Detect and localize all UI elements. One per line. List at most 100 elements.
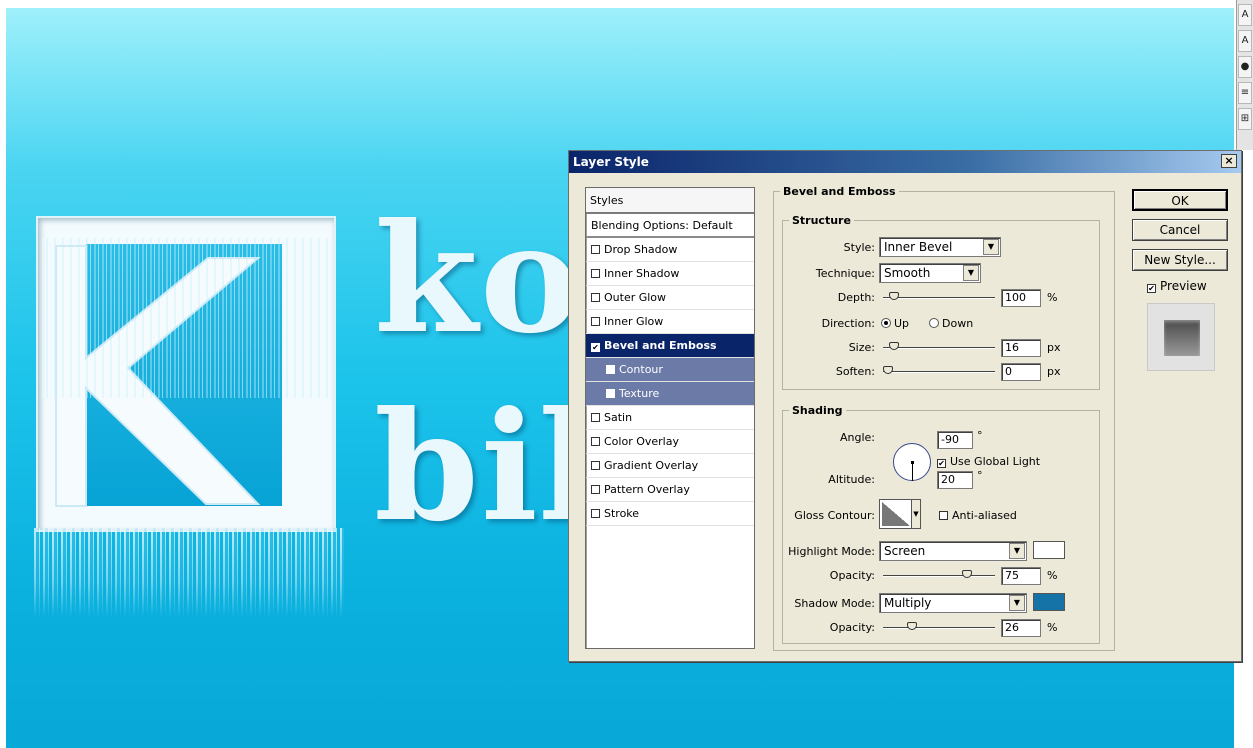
texture-checkbox[interactable] [606,389,615,398]
list-item-label: Blending Options: Default [591,219,733,232]
shadow-opacity-input[interactable]: 26 [1001,619,1041,637]
soften-slider[interactable] [883,366,995,374]
list-item-stroke[interactable]: Stroke [586,502,754,526]
outer-glow-checkbox[interactable] [591,293,600,302]
shadow-opacity-unit: % [1047,621,1058,634]
list-item-pattern-overlay[interactable]: Pattern Overlay [586,478,754,502]
gradient-overlay-checkbox[interactable] [591,461,600,470]
direction-down-label: Down [942,317,974,330]
palette-tool-button[interactable]: ● [1238,56,1252,78]
depth-input[interactable]: 100 [1001,289,1041,307]
direction-down-option[interactable]: Down [929,317,973,330]
altitude-label: Altitude: [828,473,875,486]
global-light-option[interactable]: ✔ Use Global Light [937,455,1040,468]
angle-label: Angle: [839,431,875,444]
bevel-emboss-checkbox[interactable]: ✔ [591,343,600,352]
slider-thumb[interactable] [962,570,972,578]
list-item-satin[interactable]: Satin [586,406,754,430]
chevron-down-icon: ▼ [963,265,979,281]
list-item-inner-shadow[interactable]: Inner Shadow [586,262,754,286]
angle-degree: ° [977,429,983,442]
list-item-label: Inner Shadow [604,267,680,280]
palette-tool-button[interactable]: ⊞ [1238,108,1252,130]
list-item-drop-shadow[interactable]: Drop Shadow [586,238,754,262]
styles-list-header[interactable]: Styles [586,188,754,214]
dialog-titlebar[interactable]: Layer Style × [569,151,1241,173]
highlight-opacity-input[interactable]: 75 [1001,567,1041,585]
preview-checkbox[interactable]: ✔ [1147,284,1156,293]
list-item-label: Texture [619,387,660,400]
list-item-bevel-emboss[interactable]: ✔ Bevel and Emboss [586,334,754,358]
drop-shadow-checkbox[interactable] [591,245,600,254]
size-slider[interactable] [883,342,995,350]
highlight-color-swatch[interactable] [1033,541,1065,559]
highlight-mode-select[interactable]: Screen ▼ [879,541,1027,561]
soften-unit: px [1047,365,1061,378]
new-style-button[interactable]: New Style... [1132,249,1228,271]
list-item-gradient-overlay[interactable]: Gradient Overlay [586,454,754,478]
bevel-style-select[interactable]: Inner Bevel ▼ [879,237,1001,257]
anti-aliased-checkbox[interactable] [939,511,948,520]
soften-input[interactable]: 0 [1001,363,1041,381]
preview-option[interactable]: ✔ Preview [1147,279,1207,293]
highlight-mode-value: Screen [884,544,926,558]
altitude-input[interactable]: 20 [937,471,973,489]
list-item-contour[interactable]: Contour [586,358,754,382]
direction-up-option[interactable]: Up [881,317,909,330]
palette-tool-button[interactable]: A [1238,4,1252,26]
list-item-blending-options[interactable]: Blending Options: Default [586,214,754,238]
style-preview-thumbnail [1147,303,1215,371]
angle-input[interactable]: -90 [937,431,973,449]
global-light-label: Use Global Light [950,455,1041,468]
color-overlay-checkbox[interactable] [591,437,600,446]
list-item-inner-glow[interactable]: Inner Glow [586,310,754,334]
angle-dial[interactable] [893,443,931,481]
inner-glow-checkbox[interactable] [591,317,600,326]
bevel-emboss-group: Bevel and Emboss Structure Style: Inner … [773,185,1115,651]
slider-thumb[interactable] [883,366,893,374]
inner-shadow-checkbox[interactable] [591,269,600,278]
slider-thumb[interactable] [907,622,918,630]
palette-tool-button[interactable]: ≡ [1238,82,1252,104]
size-input[interactable]: 16 [1001,339,1041,357]
chevron-down-icon: ▼ [1009,595,1025,611]
list-item-label: Bevel and Emboss [604,339,717,352]
anti-aliased-option[interactable]: Anti-aliased [939,509,1017,522]
direction-label: Direction: [821,317,875,330]
slider-thumb[interactable] [889,292,900,300]
satin-checkbox[interactable] [591,413,600,422]
shadow-mode-select[interactable]: Multiply ▼ [879,593,1027,613]
highlight-opacity-unit: % [1047,569,1058,582]
shadow-color-swatch[interactable] [1033,593,1065,611]
slider-thumb[interactable] [889,342,900,350]
cancel-button[interactable]: Cancel [1132,219,1228,241]
styles-list: Styles Blending Options: Default Drop Sh… [585,187,755,649]
list-item-texture[interactable]: Texture [586,382,754,406]
technique-select[interactable]: Smooth ▼ [879,263,981,283]
radio-up[interactable] [881,318,891,328]
shadow-opacity-slider[interactable] [883,622,995,630]
highlight-mode-label: Highlight Mode: [788,545,875,558]
contour-checkbox[interactable] [606,365,615,374]
chevron-down-icon: ▼ [983,239,999,255]
list-item-label: Gradient Overlay [604,459,699,472]
palette-tool-button[interactable]: A [1238,30,1252,52]
stroke-checkbox[interactable] [591,509,600,518]
global-light-checkbox[interactable]: ✔ [937,459,946,468]
structure-group: Structure Style: Inner Bevel ▼ Technique… [782,214,1100,390]
highlight-opacity-slider[interactable] [883,570,995,578]
list-item-label: Color Overlay [604,435,679,448]
radio-down[interactable] [929,318,939,328]
altitude-degree: ° [977,469,983,482]
list-item-label: Contour [619,363,663,376]
list-item-outer-glow[interactable]: Outer Glow [586,286,754,310]
highlight-opacity-label: Opacity: [829,569,875,582]
technique-value: Smooth [884,266,931,280]
depth-slider[interactable] [883,292,995,300]
chevron-down-icon[interactable]: ▼ [911,500,920,528]
close-button[interactable]: × [1221,154,1237,168]
list-item-color-overlay[interactable]: Color Overlay [586,430,754,454]
gloss-contour-picker[interactable]: ▼ [879,499,921,529]
pattern-overlay-checkbox[interactable] [591,485,600,494]
ok-button[interactable]: OK [1132,189,1228,211]
